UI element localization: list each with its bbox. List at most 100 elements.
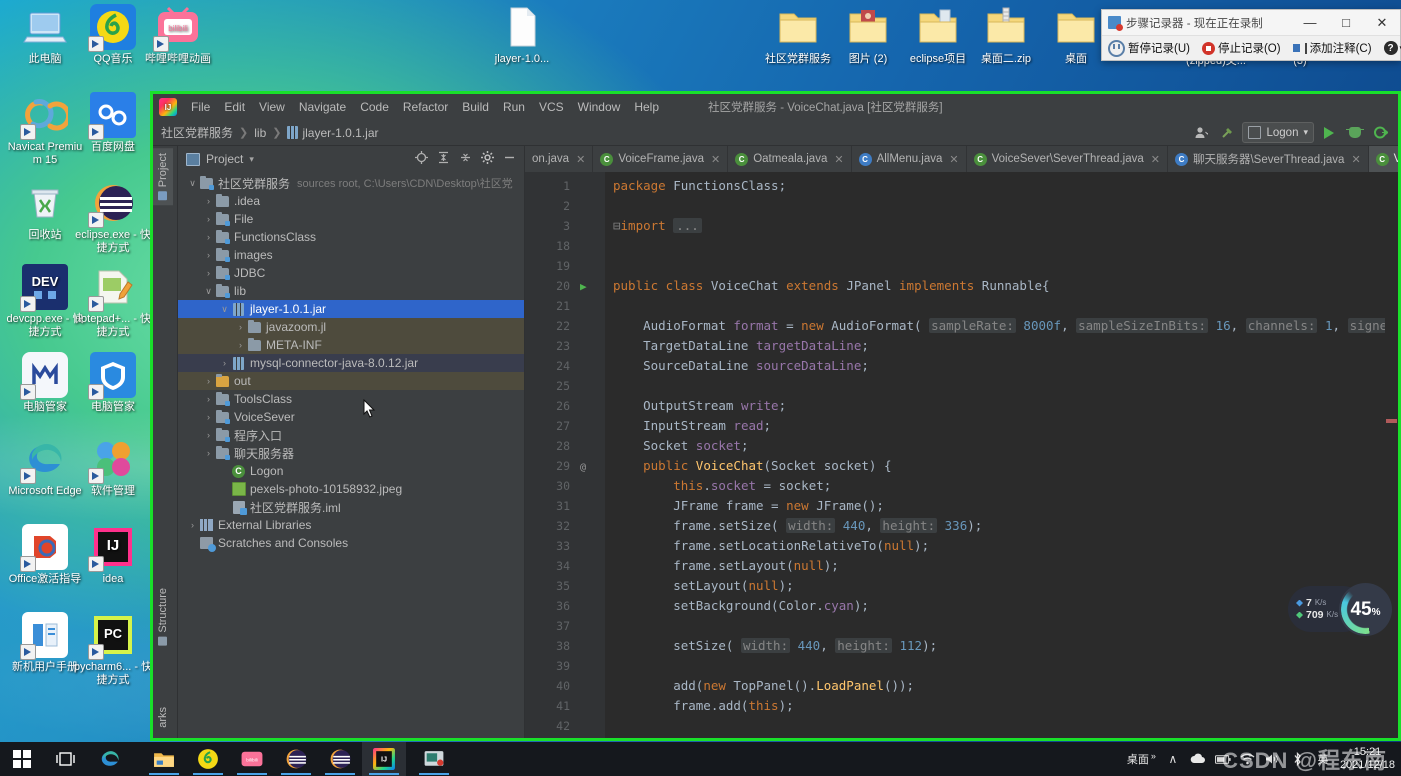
editor-tab[interactable]: C VoiceFrame.java ✕: [593, 146, 729, 172]
editor-tab[interactable]: C Oatmeala.java ✕: [728, 146, 852, 172]
code-line[interactable]: OutputStream write;: [605, 396, 1398, 416]
project-tree[interactable]: ∨ 社区党群服务 sources root, C:\Users\CDN\Deskto…: [178, 172, 524, 738]
tree-node[interactable]: › VoiceSever: [178, 408, 524, 426]
tree-node[interactable]: pexels-photo-10158932.jpeg: [178, 480, 524, 498]
code-line[interactable]: [605, 296, 1398, 316]
tree-node[interactable]: 社区党群服务.iml: [178, 498, 524, 516]
gutter-slot[interactable]: [577, 296, 605, 316]
bluetooth-icon[interactable]: [1290, 751, 1306, 767]
gutter-slot[interactable]: [577, 176, 605, 196]
desktop-icon-eclipse[interactable]: eclipse.exe - 快捷方式: [72, 180, 154, 255]
cloud-icon[interactable]: [1190, 751, 1206, 767]
gutter-slot[interactable]: [577, 636, 605, 656]
tree-node[interactable]: › JDBC: [178, 264, 524, 282]
tree-expand-arrow-icon[interactable]: ›: [218, 358, 231, 368]
intellij-idea-window[interactable]: File Edit View Navigate Code Refactor Bu…: [150, 91, 1401, 741]
tree-node[interactable]: › out: [178, 372, 524, 390]
tree-node[interactable]: › images: [178, 246, 524, 264]
code-line[interactable]: setSize( width: 440, height: 112);: [605, 636, 1398, 656]
close-icon[interactable]: ✕: [1351, 153, 1360, 166]
code-line[interactable]: TargetDataLine targetDataLine;: [605, 336, 1398, 356]
menu-window[interactable]: Window: [571, 98, 628, 116]
breadcrumb-project[interactable]: 社区党群服务: [161, 124, 233, 141]
desktop-icon-notepadpp[interactable]: notepad+... - 快捷方式: [72, 264, 154, 339]
tree-node[interactable]: › 程序入口: [178, 426, 524, 444]
gutter-slot[interactable]: [577, 376, 605, 396]
eclipse-button-1[interactable]: [274, 742, 318, 776]
show-desktop-tray[interactable]: 桌面 »: [1127, 751, 1156, 767]
editor-marker-bar[interactable]: [1385, 172, 1398, 738]
tree-node[interactable]: ∨ 社区党群服务 sources root, C:\Users\CDN\Deskto…: [178, 174, 524, 192]
menu-refactor[interactable]: Refactor: [396, 98, 455, 116]
close-icon[interactable]: ✕: [711, 153, 720, 166]
code-line[interactable]: SourceDataLine sourceDataLine;: [605, 356, 1398, 376]
code-line[interactable]: setBackground(Color.cyan);: [605, 596, 1398, 616]
gutter-slot[interactable]: [577, 676, 605, 696]
tool-window-project-tab[interactable]: Project: [153, 148, 173, 206]
gutter-slot[interactable]: [577, 476, 605, 496]
code-line[interactable]: setLayout(null);: [605, 576, 1398, 596]
desktop-icon-bilibili[interactable]: bilibili 哔哩哔哩动画: [137, 4, 219, 66]
tree-node[interactable]: › ToolsClass: [178, 390, 524, 408]
tool-window-bookmarks-tab[interactable]: arks: [153, 702, 173, 733]
code-line[interactable]: ⊟import ...: [605, 216, 1398, 236]
menu-edit[interactable]: Edit: [217, 98, 252, 116]
file-explorer-button[interactable]: [142, 742, 186, 776]
menu-view[interactable]: View: [252, 98, 292, 116]
desktop-icon-tencent-pc-manager[interactable]: 电脑管家: [72, 352, 154, 414]
tree-expand-arrow-icon[interactable]: ›: [186, 520, 199, 530]
code-line[interactable]: public VoiceChat(Socket socket) {: [605, 456, 1398, 476]
add-comment-button[interactable]: 添加注释(C): [1287, 36, 1378, 60]
code-line[interactable]: [605, 616, 1398, 636]
tree-node[interactable]: › mysql-connector-java-8.0.12.jar: [178, 354, 524, 372]
task-view-button[interactable]: [44, 742, 88, 776]
intellij-idea-button[interactable]: IJ: [362, 742, 406, 776]
close-icon[interactable]: ✕: [834, 153, 843, 166]
tree-node[interactable]: › javazoom.jl: [178, 318, 524, 336]
bilibili-button[interactable]: bilibili: [230, 742, 274, 776]
tree-expand-arrow-icon[interactable]: ›: [202, 268, 215, 278]
gutter-slot[interactable]: [577, 356, 605, 376]
volume-icon[interactable]: [1265, 751, 1281, 767]
network-speed-widget[interactable]: 7 K/s 709 K/s 45%: [1288, 583, 1392, 636]
code-line[interactable]: [605, 196, 1398, 216]
gutter-slot[interactable]: [577, 716, 605, 736]
recorder-minimize-button[interactable]: —: [1292, 10, 1328, 35]
gutter-slot[interactable]: [577, 416, 605, 436]
tree-expand-arrow-icon[interactable]: ›: [202, 376, 215, 386]
editor-tab[interactable]: on.java ✕: [525, 146, 594, 172]
code-line[interactable]: frame.setLocationRelativeTo(null);: [605, 536, 1398, 556]
start-button[interactable]: [0, 742, 44, 776]
tree-expand-arrow-icon[interactable]: ∨: [218, 304, 231, 315]
gutter-slot[interactable]: [577, 696, 605, 716]
edge-button[interactable]: [88, 742, 132, 776]
build-hammer-icon[interactable]: [1216, 123, 1238, 143]
run-play-icon[interactable]: [1318, 123, 1340, 143]
chevron-up-icon[interactable]: ∧: [1165, 751, 1181, 767]
desktop-icon-jlayer-file[interactable]: jlayer-1.0...: [481, 4, 563, 66]
tree-node[interactable]: › .idea: [178, 192, 524, 210]
gutter-slot[interactable]: [577, 216, 605, 236]
battery-icon[interactable]: [1214, 751, 1231, 767]
tree-expand-arrow-icon[interactable]: ›: [202, 196, 215, 206]
code-line[interactable]: frame.setSize( width: 440, height: 336);: [605, 516, 1398, 536]
tree-node[interactable]: › External Libraries: [178, 516, 524, 534]
desktop-icon-pycharm[interactable]: PC pycharm6... - 快捷方式: [72, 612, 154, 687]
tree-expand-arrow-icon[interactable]: ›: [234, 340, 247, 350]
tree-expand-arrow-icon[interactable]: ∨: [202, 286, 215, 297]
editor-tab[interactable]: C Voice: [1368, 146, 1398, 172]
gutter-slot[interactable]: [577, 596, 605, 616]
tree-node[interactable]: › FunctionsClass: [178, 228, 524, 246]
code-line[interactable]: Socket socket;: [605, 436, 1398, 456]
tree-expand-arrow-icon[interactable]: ›: [202, 394, 215, 404]
editor-tab[interactable]: C 聊天服务器\SeverThread.java ✕: [1168, 146, 1369, 172]
steps-recorder-button[interactable]: [412, 742, 456, 776]
code-line[interactable]: [605, 656, 1398, 676]
qq-music-button[interactable]: [186, 742, 230, 776]
code-line[interactable]: package FunctionsClass;: [605, 176, 1398, 196]
code-line[interactable]: [605, 376, 1398, 396]
gutter-slot[interactable]: [577, 656, 605, 676]
run-with-coverage-icon[interactable]: [1370, 123, 1392, 143]
code-content[interactable]: package FunctionsClass; ⊟import ... publ…: [605, 172, 1398, 738]
tree-expand-arrow-icon[interactable]: ›: [202, 232, 215, 242]
